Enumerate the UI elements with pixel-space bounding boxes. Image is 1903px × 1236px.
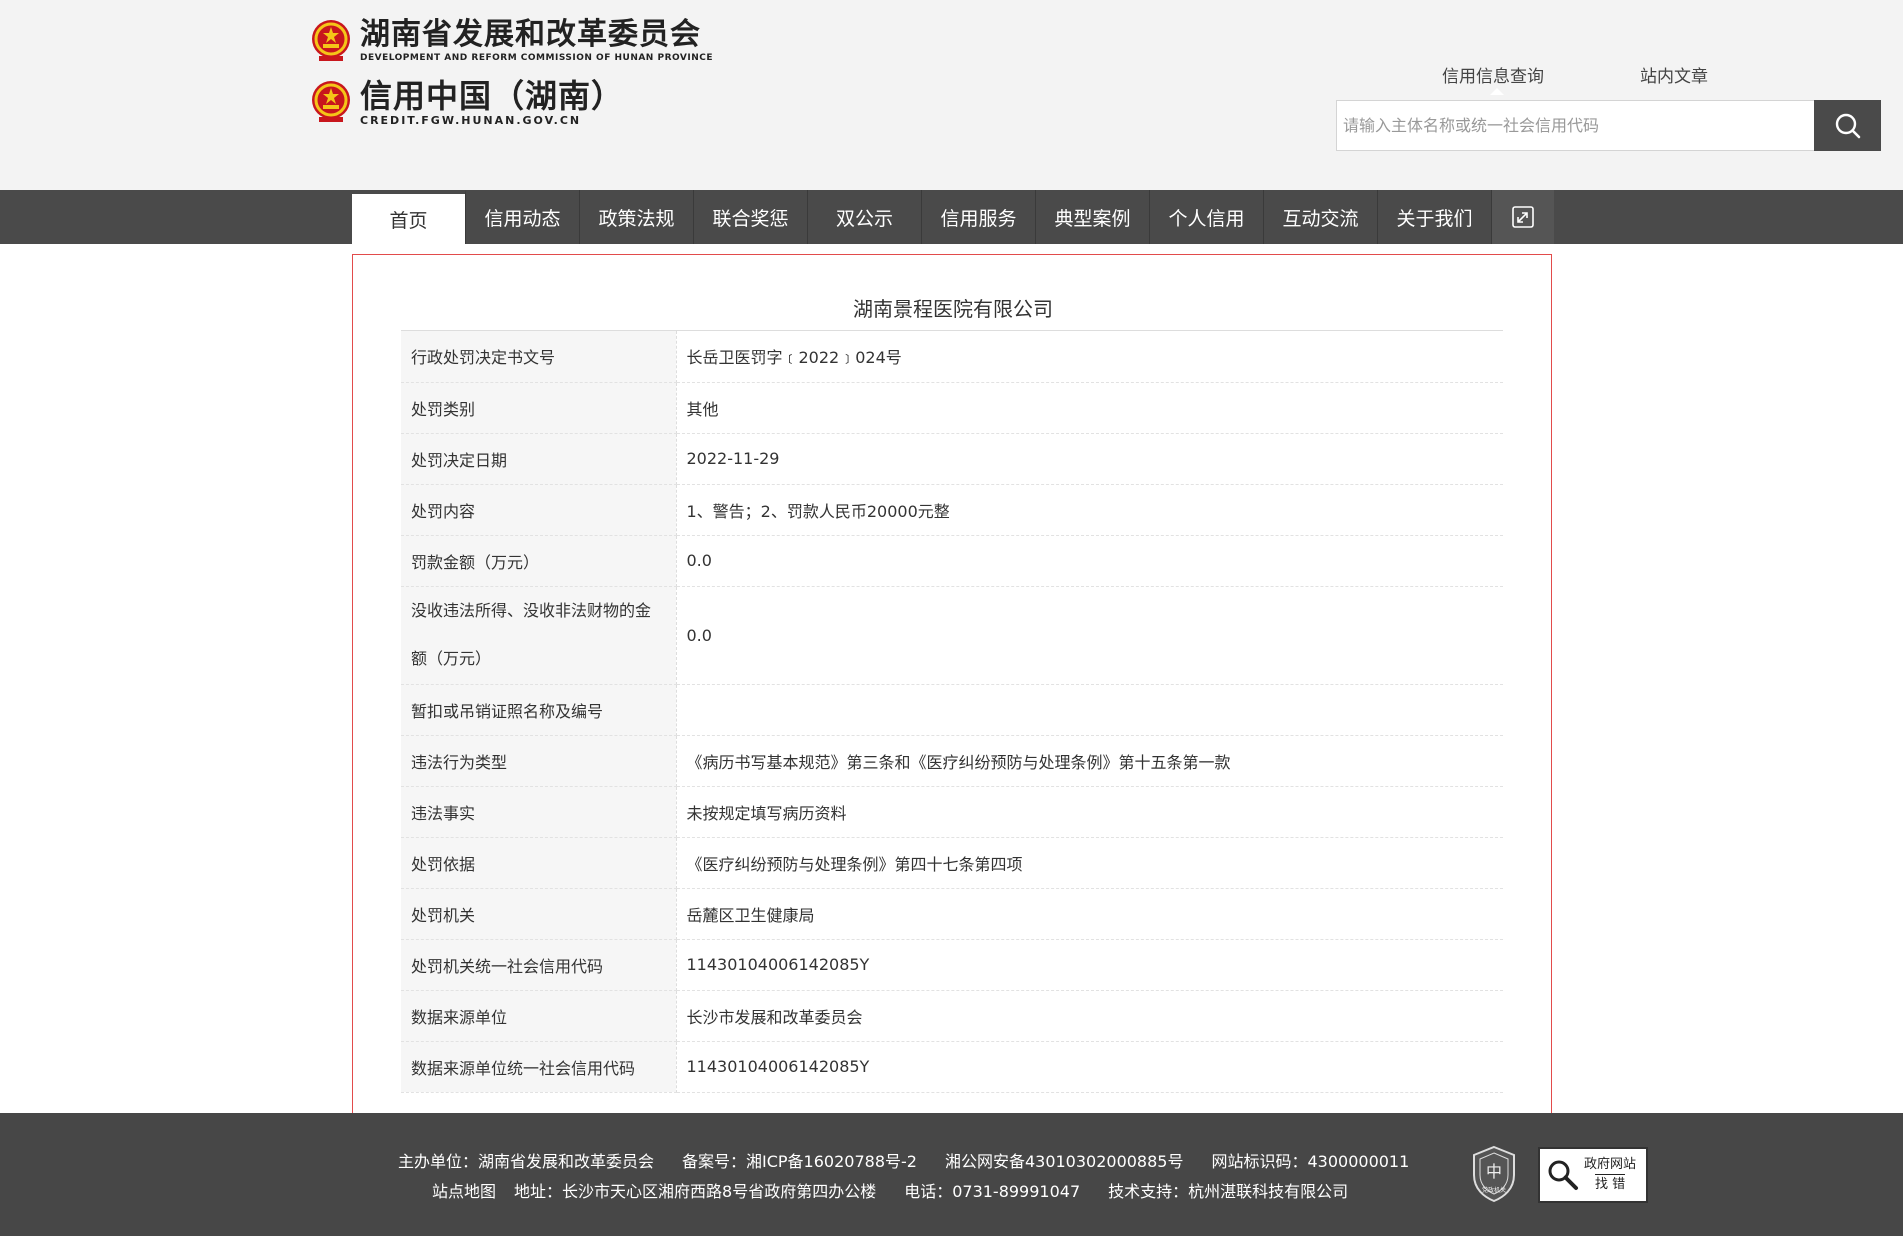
row-value: 长沙市发展和改革委员会 <box>676 990 1503 1042</box>
footer-address: 地址：长沙市天心区湘府西路8号省政府第四办公楼 <box>514 1182 877 1201</box>
active-tab-caret <box>1490 88 1504 95</box>
credit-china-logo[interactable]: 信用中国（湖南） CREDIT.FGW.HUNAN.GOV.CN <box>310 78 624 126</box>
row-value <box>676 684 1503 736</box>
footer-line-1: 主办单位：湖南省发展和改革委员会 备案号：湘ICP备16020788号-2 湘公网安… <box>398 1148 1437 1172</box>
collapse-icon <box>1512 206 1534 228</box>
badge1-label: 党政机关 <box>1482 1186 1506 1194</box>
row-label: 处罚决定日期 <box>401 433 677 485</box>
table-row: 处罚类别 其他 <box>401 382 1503 434</box>
table-row: 违法行为类型 《病历书写基本规范》第三条和《医疗纠纷预防与处理条例》第十五条第一款 <box>401 735 1503 787</box>
search-input[interactable] <box>1337 101 1814 150</box>
row-value: 其他 <box>676 382 1503 434</box>
detail-panel: 湖南景程医院有限公司 行政处罚决定书文号 长岳卫医罚字﹝2022﹞024号 处罚类… <box>352 254 1552 1116</box>
entity-name: 湖南景程医院有限公司 <box>853 297 1053 321</box>
table-row: 处罚决定日期 2022-11-29 <box>401 433 1503 485</box>
gov-site-error-report-badge[interactable]: 政府网站 找 错 <box>1538 1147 1648 1203</box>
nav-credit-news[interactable]: 信用动态 <box>466 190 580 244</box>
magnifier-icon <box>1548 1160 1578 1190</box>
footer-site-id: 网站标识码：4300000011 <box>1211 1152 1410 1171</box>
main-nav: 首页 信用动态 政策法规 联合奖惩 双公示 信用服务 典型案例 个人信用 互动交… <box>352 190 1554 244</box>
nav-credit-services[interactable]: 信用服务 <box>922 190 1036 244</box>
nav-expand-button[interactable] <box>1492 190 1554 244</box>
row-label: 数据来源单位统一社会信用代码 <box>401 1041 677 1093</box>
row-label: 违法事实 <box>401 786 677 838</box>
main-nav-bar: 首页 信用动态 政策法规 联合奖惩 双公示 信用服务 典型案例 个人信用 互动交… <box>0 190 1903 244</box>
row-value: 1、警告；2、罚款人民币20000元整 <box>676 484 1503 536</box>
nav-personal-credit[interactable]: 个人信用 <box>1150 190 1264 244</box>
nav-about-us[interactable]: 关于我们 <box>1378 190 1492 244</box>
tab-credit-search[interactable]: 信用信息查询 <box>1442 62 1544 87</box>
table-row: 罚款金额（万元） 0.0 <box>401 535 1503 587</box>
table-row: 没收违法所得、没收非法财物的金额（万元） 0.0 <box>401 586 1503 685</box>
footer-sponsor: 主办单位：湖南省发展和改革委员会 <box>398 1152 655 1171</box>
badge2-label-bottom: 找 错 <box>1594 1174 1626 1194</box>
search-tabs: 信用信息查询 站内文章 <box>1336 62 1880 95</box>
national-emblem-icon <box>312 20 350 61</box>
footer-police-record[interactable]: 湘公网安备43010302000885号 <box>945 1152 1184 1171</box>
table-row: 违法事实 未按规定填写病历资料 <box>401 786 1503 838</box>
commission-name-en: DEVELOPMENT AND REFORM COMMISSION OF HUN… <box>360 53 714 63</box>
site-header: 湖南省发展和改革委员会 DEVELOPMENT AND REFORM COMMI… <box>0 0 1903 190</box>
tab-site-articles[interactable]: 站内文章 <box>1640 62 1708 87</box>
search-button[interactable] <box>1814 100 1881 151</box>
row-label: 处罚依据 <box>401 837 677 889</box>
nav-policies[interactable]: 政策法规 <box>580 190 694 244</box>
row-value: 未按规定填写病历资料 <box>676 786 1503 838</box>
row-value: 11430104006142085Y <box>676 1041 1503 1093</box>
footer-phone: 电话：0731-89991047 <box>904 1182 1081 1201</box>
table-row: 处罚机关 岳麓区卫生健康局 <box>401 888 1503 940</box>
row-value: 《医疗纠纷预防与处理条例》第四十七条第四项 <box>676 837 1503 889</box>
row-label: 处罚机关 <box>401 888 677 940</box>
row-label: 罚款金额（万元） <box>401 535 677 587</box>
row-value: 2022-11-29 <box>676 433 1503 485</box>
row-value: 长岳卫医罚字﹝2022﹞024号 <box>676 331 1503 383</box>
party-government-badge-icon[interactable]: 中 党政机关 <box>1470 1145 1518 1203</box>
svg-text:中: 中 <box>1486 1162 1502 1181</box>
nav-double-publicity[interactable]: 双公示 <box>808 190 922 244</box>
row-label: 暂扣或吊销证照名称及编号 <box>401 684 677 736</box>
row-label: 没收违法所得、没收非法财物的金额（万元） <box>401 586 677 685</box>
penalty-detail-table: 行政处罚决定书文号 长岳卫医罚字﹝2022﹞024号 处罚类别 其他 处罚决定日期 2… <box>401 331 1503 1093</box>
table-row: 处罚机关统一社会信用代码 11430104006142085Y <box>401 939 1503 991</box>
footer-sitemap-link[interactable]: 站点地图 <box>432 1182 496 1201</box>
table-row: 暂扣或吊销证照名称及编号 <box>401 684 1503 736</box>
footer-tech-support: 技术支持：杭州湛联科技有限公司 <box>1108 1182 1349 1201</box>
row-label: 处罚内容 <box>401 484 677 536</box>
row-label: 处罚机关统一社会信用代码 <box>401 939 677 991</box>
row-value: 11430104006142085Y <box>676 939 1503 991</box>
nav-interaction[interactable]: 互动交流 <box>1264 190 1378 244</box>
commission-logo[interactable]: 湖南省发展和改革委员会 DEVELOPMENT AND REFORM COMMI… <box>310 18 713 64</box>
nav-typical-cases[interactable]: 典型案例 <box>1036 190 1150 244</box>
table-row: 数据来源单位统一社会信用代码 11430104006142085Y <box>401 1041 1503 1093</box>
footer-icp[interactable]: 备案号：湘ICP备16020788号-2 <box>682 1152 917 1171</box>
table-row: 处罚依据 《医疗纠纷预防与处理条例》第四十七条第四项 <box>401 837 1503 889</box>
search-box <box>1336 100 1881 151</box>
row-value: 0.0 <box>676 586 1503 685</box>
row-value: 岳麓区卫生健康局 <box>676 888 1503 940</box>
row-label: 违法行为类型 <box>401 735 677 787</box>
row-label: 行政处罚决定书文号 <box>401 331 677 383</box>
row-label: 处罚类别 <box>401 382 677 434</box>
commission-name: 湖南省发展和改革委员会 <box>360 17 701 52</box>
row-value: 《病历书写基本规范》第三条和《医疗纠纷预防与处理条例》第十五条第一款 <box>676 735 1503 787</box>
site-domain: CREDIT.FGW.HUNAN.GOV.CN <box>360 114 582 127</box>
badge2-label-top: 政府网站 <box>1584 1157 1637 1172</box>
row-label: 数据来源单位 <box>401 990 677 1042</box>
table-row: 数据来源单位 长沙市发展和改革委员会 <box>401 990 1503 1042</box>
footer-line-2: 站点地图 地址：长沙市天心区湘府西路8号省政府第四办公楼 电话：0731-89991… <box>432 1178 1376 1202</box>
site-name: 信用中国（湖南） <box>360 77 625 115</box>
nav-joint-rewards[interactable]: 联合奖惩 <box>694 190 808 244</box>
row-value: 0.0 <box>676 535 1503 587</box>
site-footer: 主办单位：湖南省发展和改革委员会 备案号：湘ICP备16020788号-2 湘公网安… <box>0 1113 1903 1236</box>
nav-home[interactable]: 首页 <box>352 190 466 244</box>
national-emblem-icon <box>312 81 350 122</box>
table-row: 行政处罚决定书文号 长岳卫医罚字﹝2022﹞024号 <box>401 331 1503 383</box>
table-row: 处罚内容 1、警告；2、罚款人民币20000元整 <box>401 484 1503 536</box>
search-icon <box>1835 113 1860 138</box>
